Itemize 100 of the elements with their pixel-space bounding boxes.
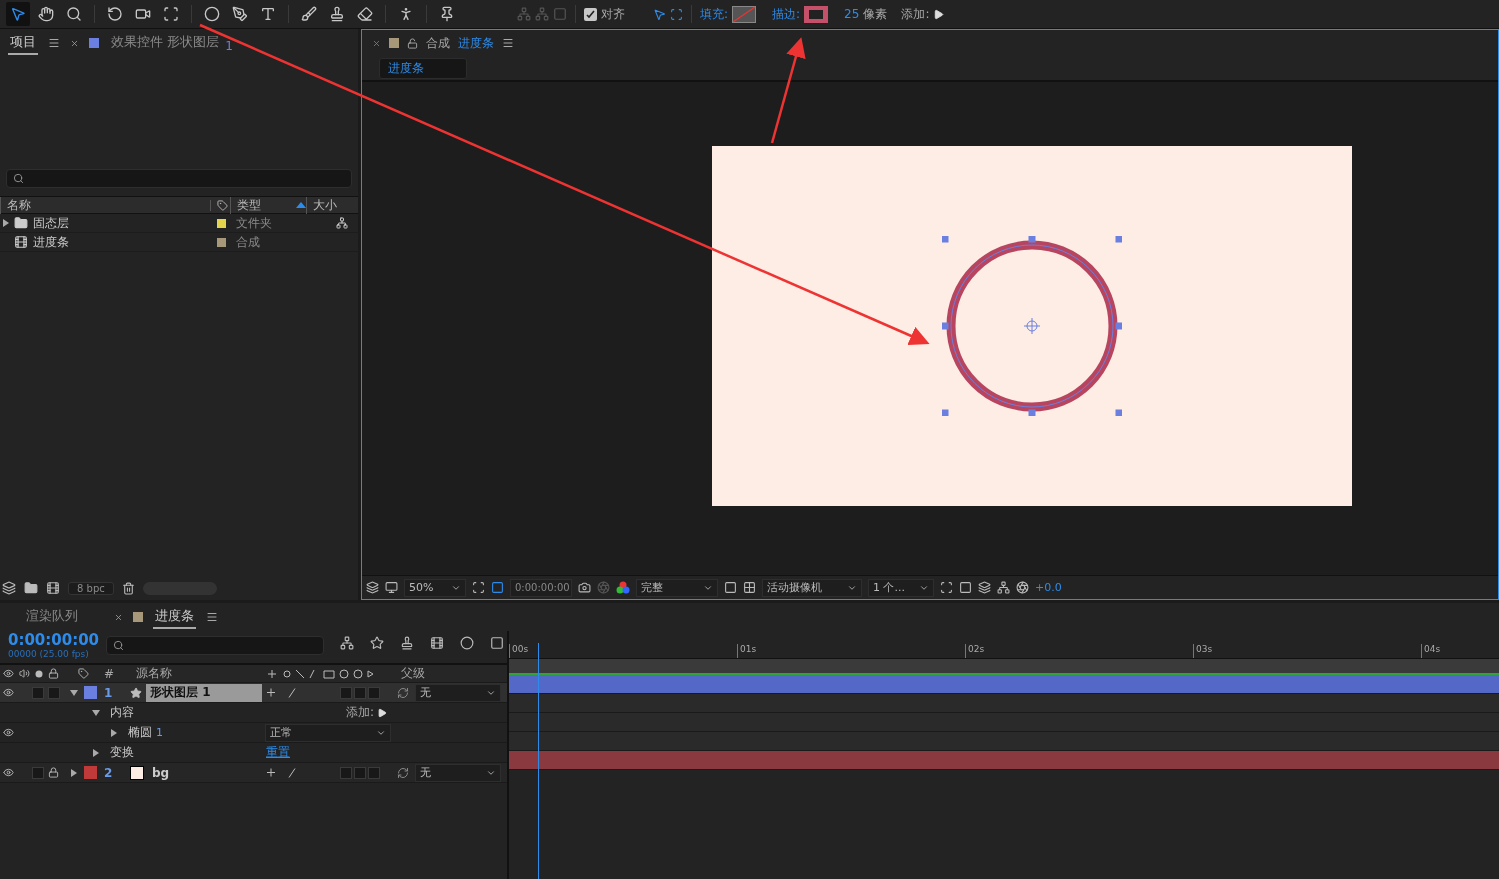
property-row[interactable]: 变换 重置 [0,743,507,763]
column-header[interactable]: 父级 [401,665,425,682]
bit-depth-button[interactable]: 8 bpc [68,581,114,595]
column-header[interactable]: 类型 [230,196,306,214]
close-icon[interactable] [114,612,123,622]
expand-triangle-icon[interactable] [110,728,118,737]
stroke-swatch[interactable] [804,5,829,23]
eye-icon[interactable] [3,687,14,698]
exposure-value[interactable]: +0.0 [1035,581,1062,594]
ellipse-layer-drawing[interactable] [942,236,1122,416]
switch-box[interactable] [340,686,352,699]
menu-icon[interactable] [206,611,218,623]
label-color-swatch[interactable] [217,218,226,228]
timecode-field[interactable]: 0:00:00:00 [510,578,572,597]
snap-option-icon[interactable] [653,7,666,21]
column-header[interactable]: 源名称 [136,665,172,682]
close-icon[interactable] [372,38,381,48]
switch-box[interactable] [368,766,380,779]
color-channels-icon[interactable] [616,580,630,595]
switch-box[interactable] [354,686,366,699]
eye-icon[interactable] [3,668,14,679]
composition-breadcrumb[interactable]: 进度条 [379,58,467,79]
layer-row[interactable]: 2 bg 无 [0,763,507,783]
new-folder-icon[interactable] [24,581,38,595]
label-color-swatch[interactable] [84,686,97,699]
timeline-tab[interactable]: 渲染队列 [24,605,80,629]
lock-icon[interactable] [48,767,59,778]
column-header[interactable]: 大小 [306,196,352,214]
timeline-tab[interactable]: 进度条 [153,605,196,629]
collapse-triangle-icon[interactable] [70,688,78,697]
composition-tab[interactable]: 进度条 [458,34,494,52]
reset-link[interactable]: 重置 [266,744,290,761]
audio-icon[interactable] [19,668,30,679]
property-row[interactable]: 椭圆 1 正常 [0,723,507,743]
unlock-icon[interactable] [407,37,418,49]
switch-box[interactable] [354,766,366,779]
interpret-footage-icon[interactable] [2,581,16,595]
pick-whip-icon[interactable] [397,766,409,779]
transparency-grid-icon[interactable] [743,581,756,594]
solo-switch[interactable] [32,686,44,699]
project-item[interactable]: 进度条 合成 [0,233,358,252]
parent-dropdown[interactable]: 无 [415,683,501,702]
camera-icon[interactable] [578,581,591,594]
label-color-swatch[interactable] [217,237,226,247]
column-header[interactable]: # [104,666,115,681]
lock-switch[interactable] [48,686,60,699]
column-header[interactable]: 名称 [0,196,210,214]
camera-dropdown[interactable]: 活动摄像机 [762,578,862,597]
project-item[interactable]: 固态层 文件夹 [0,214,358,233]
mask-visibility-icon[interactable] [491,581,504,594]
blend-mode-dropdown[interactable]: 正常 [265,723,391,742]
solo-switch[interactable] [32,766,44,779]
label-column-icon[interactable] [210,199,230,211]
close-icon[interactable] [70,38,79,48]
work-area-bar[interactable] [509,659,1499,675]
expand-triangle-icon[interactable] [70,768,78,777]
trash-icon[interactable] [121,581,135,595]
hierarchy-icon[interactable] [336,217,348,229]
pick-whip-icon[interactable] [397,686,409,699]
eye-icon[interactable] [3,767,14,778]
snap-option-icon[interactable] [670,7,683,21]
region-icon[interactable] [724,581,737,594]
property-row[interactable]: 内容 添加: [0,703,507,723]
monitor-icon[interactable] [385,581,398,594]
panel-tab[interactable]: 项目 [8,31,38,55]
switch-box[interactable] [368,686,380,699]
menu-icon[interactable] [502,37,514,49]
fill-swatch[interactable] [732,5,757,23]
label-color-swatch[interactable] [84,766,97,779]
current-time[interactable]: 0:00:00:00 [8,631,100,649]
panel-tab[interactable]: 效果控件 形状图层 [109,31,222,55]
snap-checkbox[interactable] [584,7,597,21]
exposure-icon[interactable] [1016,581,1029,594]
layer-duration-bar[interactable] [509,675,1499,694]
expand-triangle-icon[interactable] [92,748,100,757]
search-field[interactable] [106,636,324,655]
flowchart-icon[interactable] [997,581,1010,594]
eye-icon[interactable] [3,727,14,738]
collapse-triangle-icon[interactable] [92,708,100,717]
expand-triangle-icon[interactable] [2,219,10,227]
play-icon[interactable] [933,8,945,20]
play-icon[interactable] [377,707,388,718]
layer-switches-icon[interactable] [266,766,296,779]
new-composition-icon[interactable] [46,581,60,595]
search-field[interactable] [6,169,352,188]
layer-switches-icon[interactable] [266,686,296,699]
preview-icon[interactable] [366,581,379,594]
views-dropdown[interactable]: 1 个... [868,578,934,597]
resolution-dropdown[interactable]: 完整 [636,578,718,597]
layer-name[interactable]: bg [148,763,262,782]
fast-preview-icon[interactable] [959,581,972,594]
layer-name[interactable]: 形状图层 1 [146,683,262,702]
zoom-dropdown[interactable]: 50% [404,578,466,597]
lock-icon[interactable] [48,668,59,679]
stroke-width-value[interactable]: 25 [844,7,860,21]
layer-row[interactable]: 1 形状图层 1 无 [0,683,507,703]
switch-box[interactable] [340,766,352,779]
parent-dropdown[interactable]: 无 [415,763,501,782]
menu-icon[interactable] [48,37,60,49]
label-icon[interactable] [78,668,89,679]
